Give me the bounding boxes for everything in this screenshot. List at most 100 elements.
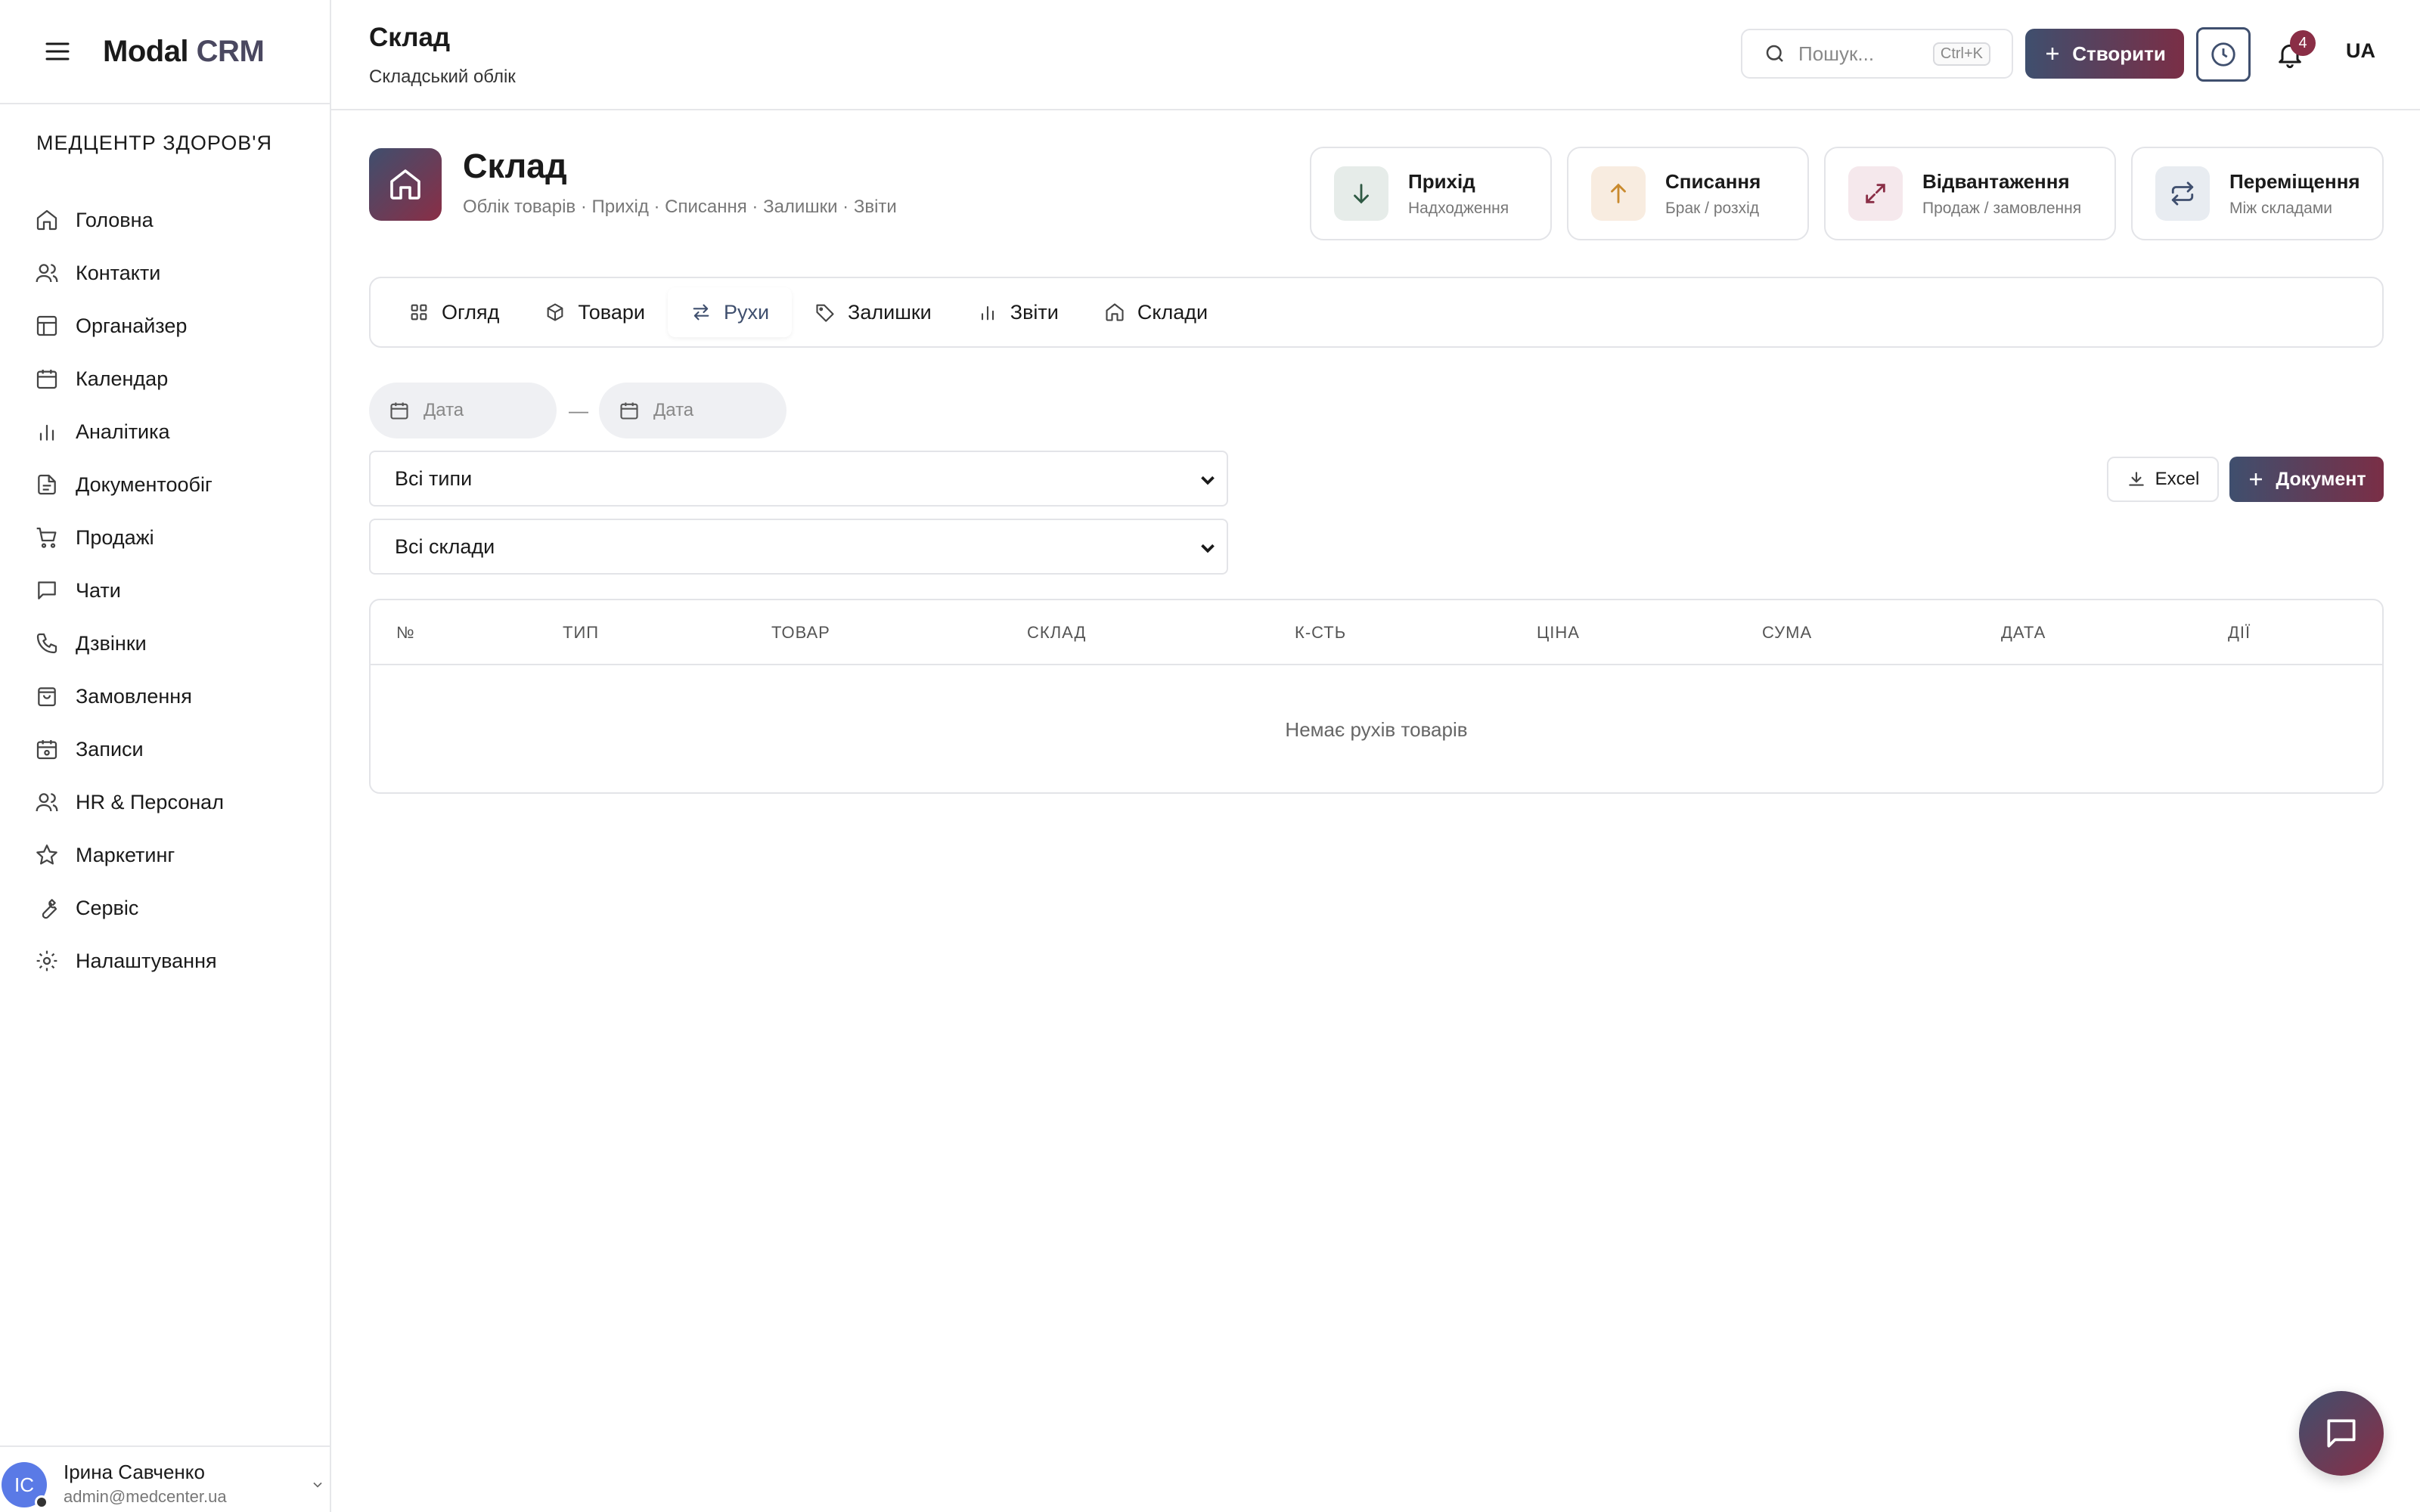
column-header[interactable]: ТОВАР	[771, 623, 830, 643]
search-input[interactable]: Пошук... Ctrl+K	[1741, 29, 2013, 79]
transfer-icon	[690, 302, 712, 323]
phone-icon	[33, 630, 60, 657]
quick-action-subtitle: Між складами	[2229, 199, 2332, 217]
chevron-down-icon[interactable]	[310, 1477, 325, 1492]
tab-reports[interactable]: Звіти	[954, 287, 1081, 337]
grid-icon	[408, 302, 430, 323]
create-button[interactable]: Створити	[2025, 29, 2184, 79]
quick-action-subtitle: Брак / розхід	[1665, 199, 1760, 217]
chevron-down-icon	[1196, 537, 1219, 559]
quick-action-receipt[interactable]: Прихід Надходження	[1310, 147, 1552, 240]
type-select[interactable]: Всі типи	[369, 451, 1228, 507]
sidebar-nav: Головна Контакти Органайзер Календар Ана…	[0, 194, 330, 987]
column-header[interactable]: ДІЇ	[2228, 623, 2251, 643]
sidebar-item-service[interactable]: Сервіс	[0, 881, 330, 934]
date-from-input[interactable]: Дата	[369, 383, 557, 438]
tab-label: Залишки	[848, 300, 932, 324]
wrench-icon	[33, 894, 60, 922]
export-excel-button[interactable]: Excel	[2107, 457, 2219, 502]
calendar-icon	[33, 365, 60, 392]
date-to-input[interactable]: Дата	[599, 383, 786, 438]
tab-warehouses[interactable]: Склади	[1081, 287, 1230, 337]
bar-chart-icon	[977, 302, 998, 323]
tab-stock[interactable]: Залишки	[792, 287, 954, 337]
sidebar-item-marketing[interactable]: Маркетинг	[0, 829, 330, 881]
sidebar-item-calls[interactable]: Дзвінки	[0, 617, 330, 670]
sidebar-item-documents[interactable]: Документообіг	[0, 458, 330, 511]
arrow-down-icon	[1334, 166, 1388, 221]
sidebar-item-label: Записи	[76, 737, 144, 761]
download-icon	[2127, 469, 2146, 489]
sidebar-item-contacts[interactable]: Контакти	[0, 246, 330, 299]
home-icon	[33, 206, 60, 234]
warehouse-select[interactable]: Всі склади	[369, 519, 1228, 575]
sidebar-item-appointments[interactable]: Записи	[0, 723, 330, 776]
quick-action-transfer[interactable]: Переміщення Між складами	[2131, 147, 2384, 240]
sidebar-item-orders[interactable]: Замовлення	[0, 670, 330, 723]
calendar-icon	[619, 400, 640, 421]
sidebar-item-label: Документообіг	[76, 472, 213, 496]
tab-bar: Огляд Товари Рухи Залишки Звіти Склади	[369, 277, 2384, 348]
sidebar-item-label: Аналітика	[76, 420, 170, 443]
sidebar-item-hr[interactable]: HR & Персонал	[0, 776, 330, 829]
column-header[interactable]: К-СТЬ	[1295, 623, 1346, 643]
sidebar-item-home[interactable]: Головна	[0, 194, 330, 246]
column-header[interactable]: ТИП	[563, 623, 599, 643]
status-dot	[35, 1495, 48, 1509]
sidebar-item-organizer[interactable]: Органайзер	[0, 299, 330, 352]
column-header[interactable]: СКЛАД	[1027, 623, 1086, 643]
notifications-badge: 4	[2290, 30, 2316, 56]
movements-table: № ТИП ТОВАР СКЛАД К-СТЬ ЦІНА СУМА ДАТА Д…	[369, 599, 2384, 794]
tab-products[interactable]: Товари	[522, 287, 668, 337]
search-shortcut: Ctrl+K	[1932, 42, 1990, 66]
star-icon	[33, 841, 60, 869]
users-icon	[33, 789, 60, 816]
tab-movements[interactable]: Рухи	[667, 287, 793, 337]
page-title: Склад	[369, 23, 451, 52]
chat-fab-button[interactable]	[2299, 1391, 2384, 1476]
column-header[interactable]: №	[396, 623, 415, 643]
chevron-down-icon	[1196, 469, 1219, 491]
sidebar-item-chats[interactable]: Чати	[0, 564, 330, 617]
tab-label: Огляд	[442, 300, 500, 324]
quick-action-title: Відвантаження	[1922, 169, 2070, 193]
search-placeholder: Пошук...	[1798, 42, 1875, 65]
plus-icon	[2247, 470, 2265, 488]
column-header[interactable]: ЦІНА	[1537, 623, 1580, 643]
user-profile[interactable]: ІС Ірина Савченко admin@medcenter.ua	[0, 1445, 330, 1512]
column-header[interactable]: СУМА	[1762, 623, 1812, 643]
sidebar-item-label: HR & Персонал	[76, 790, 224, 813]
sidebar-item-settings[interactable]: Налаштування	[0, 934, 330, 987]
tab-label: Товари	[578, 300, 645, 324]
tab-overview[interactable]: Огляд	[386, 287, 522, 337]
quick-action-title: Переміщення	[2229, 169, 2360, 193]
tab-label: Склади	[1137, 300, 1208, 324]
user-name: Ірина Савченко	[64, 1460, 205, 1483]
sidebar-header: Modal CRM	[0, 0, 330, 104]
language-switcher[interactable]: UA	[2346, 39, 2375, 63]
quick-action-subtitle: Надходження	[1408, 199, 1509, 217]
quick-action-writeoff[interactable]: Списання Брак / розхід	[1567, 147, 1809, 240]
export-excel-label: Excel	[2155, 469, 2200, 489]
chat-icon	[33, 577, 60, 604]
sidebar-item-sales[interactable]: Продажі	[0, 511, 330, 564]
create-button-label: Створити	[2072, 42, 2166, 65]
clock-button[interactable]	[2196, 27, 2251, 82]
box-icon	[544, 302, 566, 323]
sidebar-item-calendar[interactable]: Календар	[0, 352, 330, 405]
quick-action-shipment[interactable]: Відвантаження Продаж / замовлення	[1824, 147, 2116, 240]
add-document-button[interactable]: Документ	[2229, 457, 2384, 502]
column-header[interactable]: ДАТА	[2001, 623, 2046, 643]
sidebar-item-analytics[interactable]: Аналітика	[0, 405, 330, 458]
menu-icon[interactable]	[42, 36, 73, 67]
repeat-icon	[2155, 166, 2210, 221]
home-icon	[1104, 302, 1125, 323]
expand-icon	[1848, 166, 1903, 221]
gear-icon	[33, 947, 60, 974]
add-document-label: Документ	[2276, 468, 2366, 490]
app-logo[interactable]: Modal CRM	[103, 35, 265, 69]
layout-icon	[33, 312, 60, 339]
clock-icon	[2209, 40, 2238, 69]
plus-icon	[2043, 45, 2062, 63]
calendar-check-icon	[33, 736, 60, 763]
